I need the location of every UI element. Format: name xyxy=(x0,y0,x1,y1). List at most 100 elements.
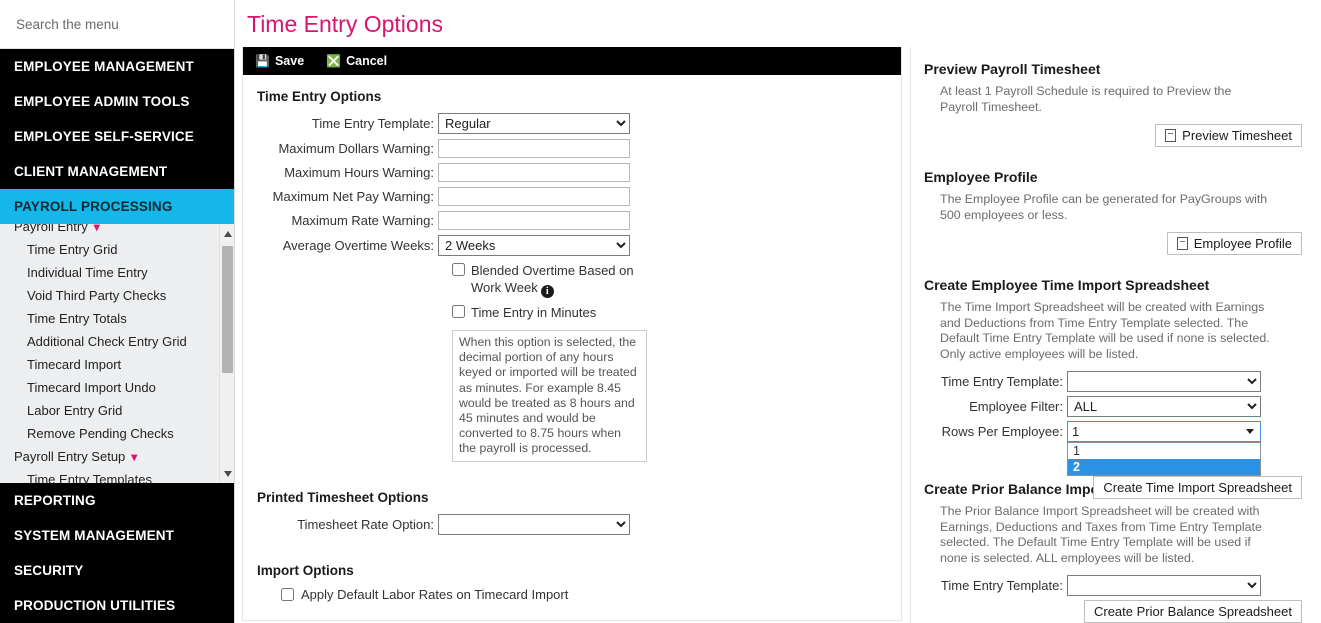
field-row-max-rate-warning: Maximum Rate Warning: xyxy=(257,211,901,230)
form-panel: 💾 Save ❎ Cancel Time Entry Options Time … xyxy=(242,47,902,621)
page-title: Time Entry Options xyxy=(247,11,443,37)
preview-timesheet-button-label: Preview Timesheet xyxy=(1182,128,1292,143)
apply-default-labor-rates-checkbox[interactable] xyxy=(281,587,294,601)
save-icon: 💾 xyxy=(255,54,270,68)
close-icon: ❎ xyxy=(326,54,342,68)
sidebar-bottom-groups: REPORTING SYSTEM MANAGEMENT SECURITY PRO… xyxy=(0,483,234,623)
sidebar-group-payroll-processing[interactable]: PAYROLL PROCESSING xyxy=(0,189,234,224)
blended-overtime-row: Blended Overtime Based on Work Week i xyxy=(452,262,647,298)
sidebar-scrollbar[interactable] xyxy=(219,224,234,483)
sidebar-item-label: Payroll Entry Setup xyxy=(14,449,126,464)
scroll-down-arrow-icon[interactable] xyxy=(220,466,234,481)
chevron-down-icon: ▾ xyxy=(131,449,138,464)
field-row-max-hours-warning: Maximum Hours Warning: xyxy=(257,163,901,182)
apply-default-labor-rates-row: Apply Default Labor Rates on Timecard Im… xyxy=(281,587,901,602)
max-rate-warning-input[interactable] xyxy=(438,211,630,230)
sidebar-item-payroll-entry[interactable]: Payroll Entry ▾ xyxy=(0,224,234,238)
sidebar-item-labor-entry-grid[interactable]: Labor Entry Grid xyxy=(0,399,234,422)
sidebar-group-reporting[interactable]: REPORTING xyxy=(0,483,234,518)
sidebar: EMPLOYEE MANAGEMENT EMPLOYEE ADMIN TOOLS… xyxy=(0,0,235,623)
sidebar-item-label: Payroll Entry xyxy=(14,224,88,234)
employee-time-import-description: The Time Import Spreadsheet will be crea… xyxy=(940,300,1270,361)
sidebar-item-time-entry-totals[interactable]: Time Entry Totals xyxy=(0,307,234,330)
cancel-button[interactable]: ❎ Cancel xyxy=(326,54,387,68)
create-prior-balance-button-row: Create Prior Balance Spreadsheet xyxy=(924,600,1302,623)
label-max-net-pay-warning: Maximum Net Pay Warning: xyxy=(272,189,434,204)
scrollbar-thumb[interactable] xyxy=(222,246,233,373)
right-panel: Preview Payroll Timesheet At least 1 Pay… xyxy=(910,47,1316,623)
time-entry-minutes-row: Time Entry in Minutes xyxy=(452,304,647,321)
sidebar-item-individual-time-entry[interactable]: Individual Time Entry xyxy=(0,261,234,284)
employee-profile-button[interactable]: Employee Profile xyxy=(1166,232,1302,255)
create-prior-balance-spreadsheet-button[interactable]: Create Prior Balance Spreadsheet xyxy=(1083,600,1302,623)
max-hours-warning-input[interactable] xyxy=(438,163,630,182)
rows-per-employee-dropdown[interactable]: 1 1 2 xyxy=(1067,421,1261,476)
action-bar: 💾 Save ❎ Cancel xyxy=(243,47,901,75)
info-icon[interactable]: i xyxy=(540,285,554,298)
sidebar-group-employee-admin-tools[interactable]: EMPLOYEE ADMIN TOOLS xyxy=(0,84,234,119)
section-title-create-employee-time-import: Create Employee Time Import Spreadsheet xyxy=(924,277,1210,293)
create-time-import-spreadsheet-button[interactable]: Create Time Import Spreadsheet xyxy=(1093,476,1302,499)
blended-overtime-checkbox[interactable] xyxy=(452,263,465,276)
sidebar-group-system-management[interactable]: SYSTEM MANAGEMENT xyxy=(0,518,234,553)
rows-per-employee-value: 1 xyxy=(1072,424,1080,439)
label-time-entry-template: Time Entry Template: xyxy=(311,116,434,131)
sidebar-item-payroll-entry-setup[interactable]: Payroll Entry Setup ▾ xyxy=(0,445,234,468)
label-timesheet-rate-option: Timesheet Rate Option: xyxy=(297,516,434,532)
prior-balance-time-entry-template-select[interactable] xyxy=(1067,575,1261,596)
preview-timesheet-button[interactable]: Preview Timesheet xyxy=(1155,124,1302,147)
cancel-button-label: Cancel xyxy=(346,54,388,68)
field-row-max-net-pay-warning: Maximum Net Pay Warning: xyxy=(257,187,901,206)
max-net-pay-warning-input[interactable] xyxy=(438,187,630,206)
sidebar-group-production-utilities[interactable]: PRODUCTION UTILITIES xyxy=(0,588,234,623)
sidebar-item-void-third-party-checks[interactable]: Void Third Party Checks xyxy=(0,284,234,307)
save-button[interactable]: 💾 Save xyxy=(255,54,304,68)
rows-per-employee-option-list[interactable]: 1 2 xyxy=(1067,442,1261,476)
employee-filter-select[interactable]: ALL xyxy=(1067,396,1261,417)
import-time-entry-template-select[interactable] xyxy=(1067,371,1261,392)
sidebar-item-time-entry-grid[interactable]: Time Entry Grid xyxy=(0,238,234,261)
rows-per-employee-select[interactable]: 1 xyxy=(1067,421,1261,442)
timesheet-rate-option-select[interactable] xyxy=(438,513,630,535)
sidebar-group-employee-self-service[interactable]: EMPLOYEE SELF-SERVICE xyxy=(0,119,234,154)
label-prior-balance-time-entry-template: Time Entry Template: xyxy=(940,578,1063,593)
employee-profile-button-row: Employee Profile xyxy=(924,232,1302,255)
sidebar-item-timecard-import[interactable]: Timecard Import xyxy=(0,353,234,376)
section-title-employee-profile: Employee Profile xyxy=(924,169,1038,185)
time-entry-minutes-label: Time Entry in Minutes xyxy=(471,305,597,320)
menu-search-container[interactable] xyxy=(0,0,234,49)
section-title-time-entry-options: Time Entry Options xyxy=(257,89,382,104)
sidebar-item-time-entry-templates[interactable]: Time Entry Templates xyxy=(0,468,234,484)
label-max-rate-warning: Maximum Rate Warning: xyxy=(291,213,434,228)
section-title-import-options: Import Options xyxy=(257,562,354,578)
scroll-up-arrow-icon[interactable] xyxy=(220,226,234,241)
save-button-label: Save xyxy=(274,54,305,68)
label-rows-per-employee: Rows Per Employee: xyxy=(941,424,1063,439)
sidebar-group-employee-management[interactable]: EMPLOYEE MANAGEMENT xyxy=(0,49,234,84)
sidebar-group-security[interactable]: SECURITY xyxy=(0,553,234,588)
preview-timesheet-button-row: Preview Timesheet xyxy=(924,124,1302,147)
time-entry-minutes-checkbox[interactable] xyxy=(452,305,465,318)
field-row-rows-per-employee: Rows Per Employee: 1 1 2 xyxy=(924,421,1302,476)
document-icon xyxy=(1165,129,1177,142)
dropdown-option-2[interactable]: 2 xyxy=(1068,459,1260,475)
sidebar-item-timecard-import-undo[interactable]: Timecard Import Undo xyxy=(0,376,234,399)
time-entry-template-select[interactable]: Regular xyxy=(438,113,630,134)
field-row-timesheet-rate-option: Timesheet Rate Option: xyxy=(257,513,901,535)
search-input[interactable] xyxy=(14,15,220,33)
max-dollars-warning-input[interactable] xyxy=(438,139,630,158)
field-row-average-overtime-weeks: Average Overtime Weeks: 2 Weeks xyxy=(257,235,901,256)
sidebar-item-remove-pending-checks[interactable]: Remove Pending Checks xyxy=(0,422,234,445)
sidebar-group-client-management[interactable]: CLIENT MANAGEMENT xyxy=(0,154,234,189)
dropdown-option-1[interactable]: 1 xyxy=(1068,443,1260,459)
sidebar-item-additional-check-entry-grid[interactable]: Additional Check Entry Grid xyxy=(0,330,234,353)
chevron-down-icon xyxy=(1246,429,1254,434)
label-max-dollars-warning: Maximum Dollars Warning: xyxy=(278,141,434,156)
sidebar-submenu: Payroll Entry ▾ Time Entry Grid Individu… xyxy=(0,224,234,483)
field-row-prior-balance-time-entry-template: Time Entry Template: xyxy=(924,575,1302,596)
prior-balance-import-description: The Prior Balance Import Spreadsheet wil… xyxy=(940,504,1262,565)
average-overtime-weeks-select[interactable]: 2 Weeks xyxy=(438,235,630,256)
field-row-employee-filter: Employee Filter: ALL xyxy=(924,396,1302,417)
field-row-time-entry-template: Time Entry Template: Regular xyxy=(257,113,901,134)
sidebar-top-groups: EMPLOYEE MANAGEMENT EMPLOYEE ADMIN TOOLS… xyxy=(0,49,234,224)
